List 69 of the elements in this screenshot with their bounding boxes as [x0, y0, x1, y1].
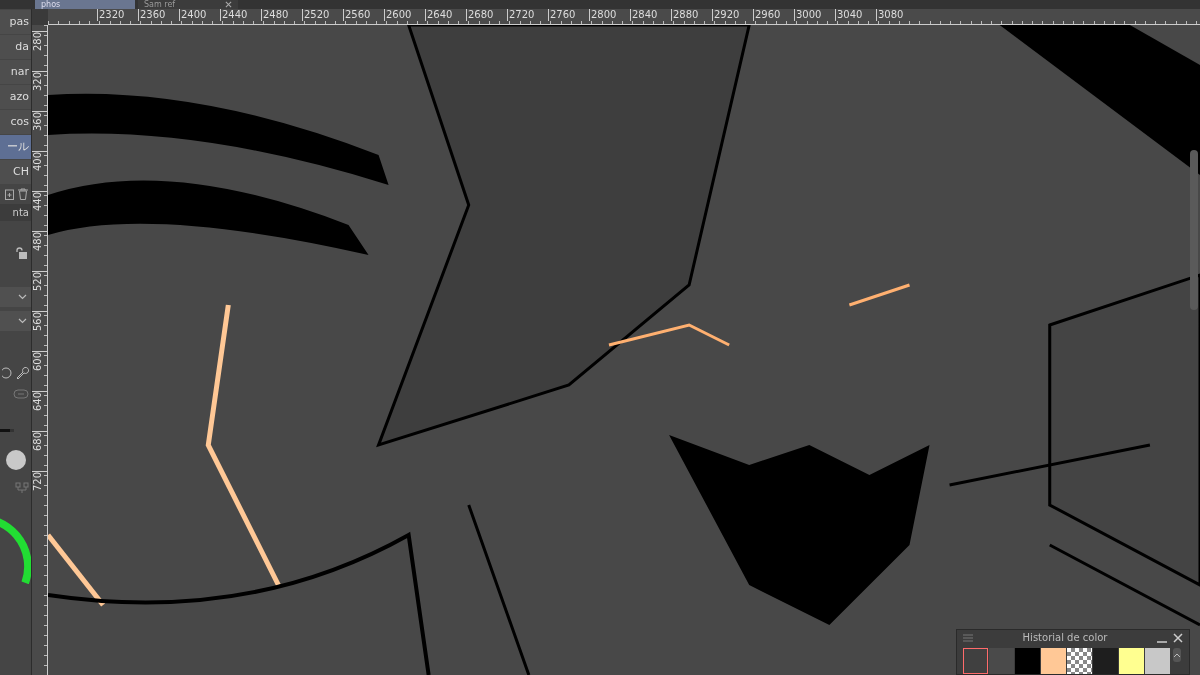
- dropdown[interactable]: [0, 311, 31, 331]
- ruler-label: 2760: [548, 9, 589, 21]
- color-swatch[interactable]: [1119, 648, 1144, 674]
- layer-item[interactable]: nar: [0, 60, 31, 84]
- ruler-label: 2640: [425, 9, 466, 21]
- ruler-label: 2400: [179, 9, 220, 21]
- ruler-label: 2920: [712, 9, 753, 21]
- layer-item[interactable]: CH: [0, 160, 31, 184]
- ruler-label: 2520: [302, 9, 343, 21]
- ruler-label: 560: [32, 312, 44, 332]
- network-icon[interactable]: [15, 482, 29, 494]
- color-swatch[interactable]: [1145, 648, 1170, 674]
- ruler-label: 600: [32, 352, 44, 372]
- ruler-label: 2320: [97, 9, 138, 21]
- color-swatch[interactable]: [1015, 648, 1040, 674]
- ruler-label: 480: [32, 232, 44, 252]
- layer-item[interactable]: pas: [0, 10, 31, 34]
- ruler-label: 2680: [466, 9, 507, 21]
- ruler-label: 2600: [384, 9, 425, 21]
- brush-size-slider[interactable]: [0, 429, 14, 432]
- ruler-label: 680: [32, 432, 44, 452]
- layer-item[interactable]: azo: [0, 85, 31, 109]
- panel-title: Historial de color: [1021, 632, 1109, 643]
- ruler-label: 400: [32, 152, 44, 172]
- ruler-label: 2800: [589, 9, 630, 21]
- new-layer-icon[interactable]: [5, 188, 14, 200]
- caret-icon: [18, 294, 27, 300]
- caret-icon: [18, 318, 27, 324]
- color-swatch[interactable]: [963, 648, 988, 674]
- color-swatch[interactable]: [1093, 648, 1118, 674]
- ruler-label: 2720: [507, 9, 548, 21]
- ruler-label: 2560: [343, 9, 384, 21]
- caret-icon: [1173, 652, 1181, 658]
- ruler-label: 2840: [630, 9, 671, 21]
- ruler-label: 640: [32, 392, 44, 412]
- ruler-label: 3040: [835, 9, 876, 21]
- trash-icon[interactable]: [17, 188, 29, 200]
- ruler-label: 520: [32, 272, 44, 292]
- layer-item[interactable]: ール: [0, 135, 31, 159]
- scroll-up-button[interactable]: [1173, 648, 1181, 662]
- close-icon[interactable]: [225, 1, 232, 8]
- panel-tab[interactable]: nta: [0, 204, 31, 221]
- document-tab[interactable]: Sam ref: [138, 0, 238, 9]
- color-swatch[interactable]: [1041, 648, 1066, 674]
- close-icon[interactable]: [1173, 632, 1183, 643]
- ruler-label: 2360: [138, 9, 179, 21]
- dropdown[interactable]: [0, 287, 31, 307]
- ruler-label: 3000: [794, 9, 835, 21]
- color-swatch[interactable]: [1067, 648, 1092, 674]
- color-swatch[interactable]: [989, 648, 1014, 674]
- ruler-label: 280: [32, 32, 44, 52]
- brush-preview: [6, 450, 26, 470]
- layer-item[interactable]: cos: [0, 110, 31, 134]
- ruler-label: 3080: [876, 9, 917, 21]
- menu-icon[interactable]: [963, 633, 973, 642]
- ruler-label: 2960: [753, 9, 794, 21]
- ruler-label: 720: [32, 472, 44, 492]
- ruler-label: 320: [32, 72, 44, 92]
- ruler-label: 2440: [220, 9, 261, 21]
- ruler-label: 360: [32, 112, 44, 132]
- ruler-label: 2480: [261, 9, 302, 21]
- layer-item[interactable]: da: [0, 35, 31, 59]
- wrench-icon[interactable]: [16, 367, 29, 380]
- ruler-label: 2880: [671, 9, 712, 21]
- vertical-scrollbar[interactable]: [1190, 150, 1198, 310]
- lock-icon[interactable]: [15, 247, 27, 259]
- canvas[interactable]: Historial de color: [48, 25, 1200, 675]
- ruler-label: 440: [32, 192, 44, 212]
- document-tab[interactable]: phos: [35, 0, 135, 9]
